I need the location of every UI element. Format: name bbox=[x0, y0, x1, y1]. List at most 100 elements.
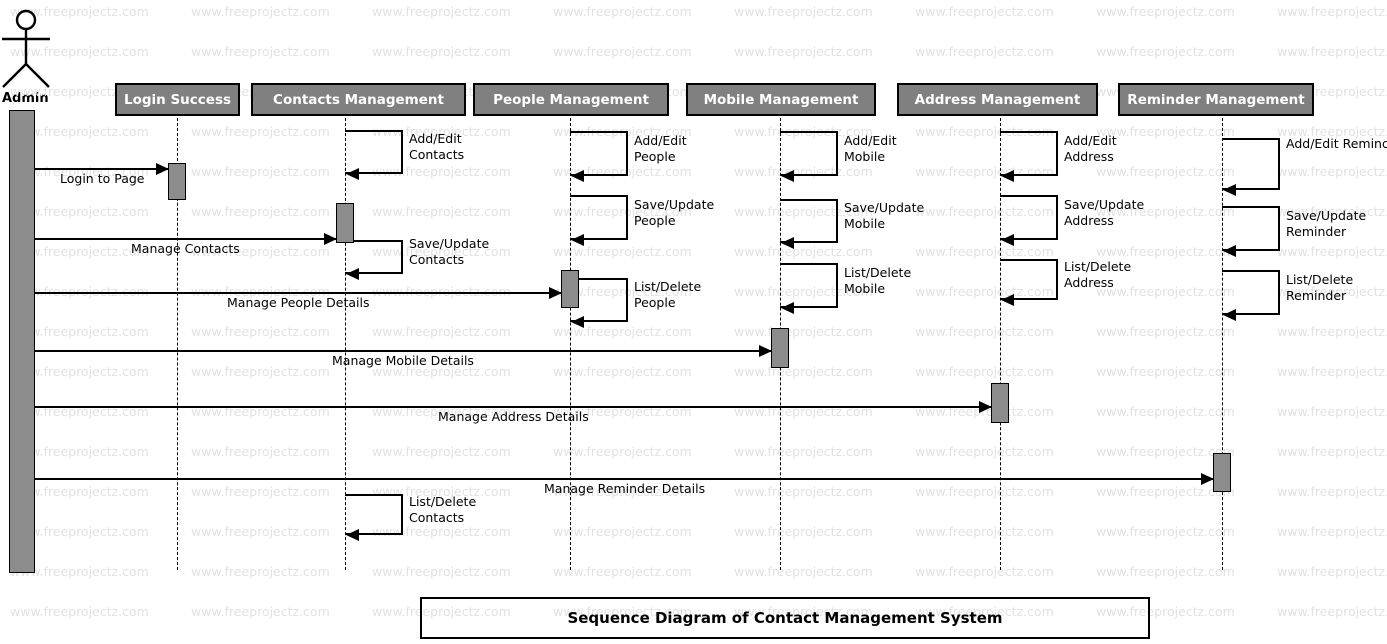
self-call-label-list-delete-contacts: List/Delete Contacts bbox=[409, 494, 476, 526]
self-call-label-line: Add/Edit bbox=[844, 132, 897, 148]
self-call-label-line: Reminder bbox=[1286, 287, 1347, 303]
participant-header-contacts-management[interactable]: Contacts Management bbox=[251, 83, 466, 116]
self-call-label-line: People bbox=[634, 295, 676, 310]
self-call-label-add-edit-reminder: Add/Edit Reminder bbox=[1286, 136, 1387, 151]
message-line-manage-people-details bbox=[35, 292, 561, 294]
message-arrowhead-manage-contacts bbox=[324, 233, 337, 245]
self-call-arrowhead-list-delete-mobile bbox=[781, 302, 794, 314]
message-label-manage-address-details: Manage Address Details bbox=[438, 409, 589, 424]
self-call-label-line: Address bbox=[1064, 212, 1114, 228]
message-label-manage-mobile-details: Manage Mobile Details bbox=[332, 353, 474, 368]
participant-header-mobile-management[interactable]: Mobile Management bbox=[686, 83, 876, 116]
self-call-arrowhead-add-edit-reminder bbox=[1223, 184, 1236, 196]
self-call-label-line: Add/Edit bbox=[1064, 132, 1117, 148]
self-call-label-line: List/Delete bbox=[634, 279, 702, 294]
self-call-label-add-edit-mobile: Add/Edit Mobile bbox=[844, 133, 897, 165]
self-call-label-list-delete-reminder: List/Delete Reminder bbox=[1286, 272, 1353, 304]
self-call-label-save-update-contacts: Save/Update Contacts bbox=[409, 236, 489, 268]
self-call-label-save-update-address: Save/Update Address bbox=[1064, 197, 1144, 229]
self-call-label-line: Contacts bbox=[409, 509, 465, 525]
participant-header-login-success[interactable]: Login Success bbox=[115, 83, 240, 116]
activation-bar-contacts-management bbox=[336, 203, 354, 243]
message-label-manage-contacts: Manage Contacts bbox=[131, 241, 240, 256]
self-call-label-line: Save/Update bbox=[409, 236, 490, 251]
activation-bar-people-management bbox=[561, 270, 579, 308]
message-arrowhead-manage-reminder-details bbox=[1201, 473, 1214, 485]
self-call-label-line: Save/Update bbox=[634, 196, 715, 212]
participant-label: Reminder Management bbox=[1127, 91, 1305, 108]
activation-bar-admin bbox=[9, 110, 35, 573]
self-call-label-line: Save/Update bbox=[844, 200, 925, 215]
self-call-label-line: Mobile bbox=[844, 216, 886, 231]
diagram-layer: Login Success Contacts Management People M… bbox=[0, 0, 1387, 644]
self-call-label-line: Mobile bbox=[844, 148, 886, 164]
self-call-arrowhead-add-edit-contacts bbox=[346, 168, 359, 180]
self-call-arrowhead-save-update-mobile bbox=[781, 237, 794, 249]
self-call-arrowhead-save-update-contacts bbox=[346, 268, 359, 280]
message-line-manage-mobile-details bbox=[35, 350, 771, 352]
self-call-loop-add-edit-reminder bbox=[1222, 138, 1280, 190]
self-call-label-line: Address bbox=[1064, 274, 1114, 290]
participant-header-people-management[interactable]: People Management bbox=[473, 83, 669, 116]
self-call-label-save-update-people: Save/Update People bbox=[634, 197, 714, 229]
self-call-label-line: List/Delete bbox=[844, 264, 912, 280]
self-call-arrowhead-list-delete-people bbox=[571, 316, 584, 328]
message-line-manage-address-details bbox=[35, 406, 991, 408]
participant-label: Login Success bbox=[123, 91, 232, 108]
self-call-label-save-update-reminder: Save/Update Reminder bbox=[1286, 208, 1366, 240]
participant-label: Mobile Management bbox=[703, 91, 859, 108]
message-label-login-to-page: Login to Page bbox=[60, 171, 145, 186]
message-arrowhead-manage-mobile-details bbox=[759, 345, 772, 357]
self-call-label-line: Save/Update bbox=[1064, 196, 1145, 212]
diagram-title: Sequence Diagram of Contact Management S… bbox=[567, 609, 1003, 627]
self-call-arrowhead-list-delete-address bbox=[1001, 294, 1014, 306]
self-call-arrowhead-add-edit-mobile bbox=[781, 170, 794, 182]
self-call-arrowhead-list-delete-reminder bbox=[1223, 309, 1236, 321]
message-line-manage-contacts bbox=[35, 238, 336, 240]
self-call-label-list-delete-address: List/Delete Address bbox=[1064, 259, 1131, 291]
participant-header-address-management[interactable]: Address Management bbox=[897, 83, 1098, 116]
self-call-label-line: Contacts bbox=[409, 252, 465, 267]
participant-label: Address Management bbox=[914, 91, 1081, 108]
diagram-title-box: Sequence Diagram of Contact Management S… bbox=[420, 597, 1150, 639]
self-call-label-add-edit-people: Add/Edit People bbox=[634, 133, 687, 165]
participant-label: Contacts Management bbox=[273, 91, 444, 108]
self-call-arrowhead-list-delete-contacts bbox=[346, 529, 359, 541]
lifeline-address-management bbox=[1000, 118, 1001, 570]
self-call-label-line: List/Delete bbox=[1286, 271, 1354, 287]
message-arrowhead-login-to-page bbox=[156, 163, 169, 175]
participant-header-reminder-management[interactable]: Reminder Management bbox=[1118, 83, 1314, 116]
self-call-arrowhead-save-update-people bbox=[571, 234, 584, 246]
message-line-manage-reminder-details bbox=[35, 478, 1213, 480]
self-call-label-line: List/Delete bbox=[1064, 258, 1132, 274]
self-call-arrowhead-add-edit-people bbox=[571, 170, 584, 182]
self-call-label-line: People bbox=[634, 212, 676, 228]
lifeline-people-management bbox=[570, 118, 571, 570]
self-call-label-list-delete-people: List/Delete People bbox=[634, 279, 701, 311]
self-call-label-line: Reminder bbox=[1286, 223, 1347, 239]
participant-label: People Management bbox=[493, 91, 649, 108]
message-label-manage-people-details: Manage People Details bbox=[227, 295, 370, 310]
stick-figure-actor-icon bbox=[2, 9, 50, 88]
message-arrowhead-manage-address-details bbox=[979, 401, 992, 413]
self-call-label-line: List/Delete bbox=[409, 493, 477, 509]
message-arrowhead-manage-people-details bbox=[549, 287, 562, 299]
actor-admin bbox=[0, 8, 60, 98]
self-call-label-line: Address bbox=[1064, 148, 1114, 164]
self-call-arrowhead-save-update-reminder bbox=[1223, 245, 1236, 257]
activation-bar-reminder-management bbox=[1213, 453, 1231, 492]
activation-bar-mobile-management bbox=[771, 328, 789, 368]
self-call-arrowhead-save-update-address bbox=[1001, 234, 1014, 246]
self-call-label-line: Add/Edit bbox=[409, 131, 462, 146]
self-call-label-line: Add/Edit bbox=[634, 132, 687, 148]
activation-bar-address-management bbox=[991, 383, 1009, 423]
self-call-label-add-edit-contacts: Add/Edit Contacts bbox=[409, 131, 464, 163]
self-call-label-save-update-mobile: Save/Update Mobile bbox=[844, 200, 924, 232]
self-call-label-line: People bbox=[634, 148, 676, 164]
self-call-label-line: Contacts bbox=[409, 147, 465, 162]
self-call-label-list-delete-mobile: List/Delete Mobile bbox=[844, 265, 911, 297]
message-label-manage-reminder-details: Manage Reminder Details bbox=[544, 481, 706, 496]
message-line-login-to-page bbox=[35, 168, 168, 170]
self-call-label-add-edit-address: Add/Edit Address bbox=[1064, 133, 1117, 165]
self-call-arrowhead-add-edit-address bbox=[1001, 170, 1014, 182]
